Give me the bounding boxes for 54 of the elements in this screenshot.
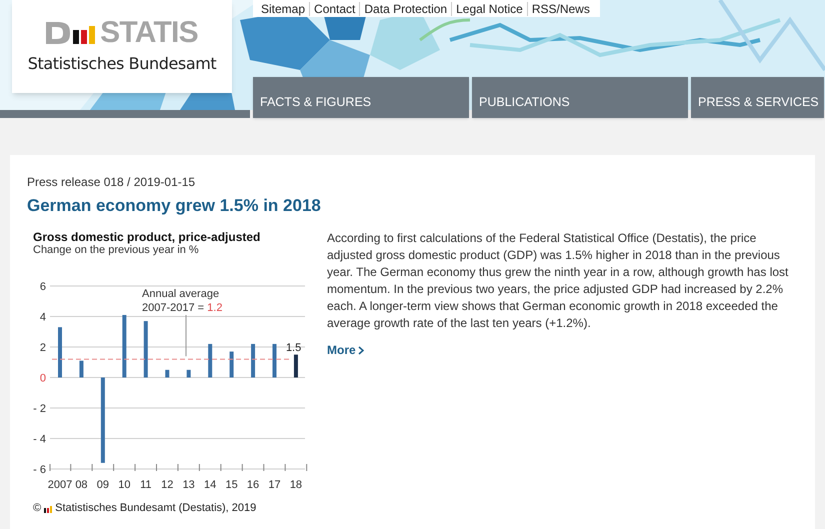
y-tick-label: - 4 bbox=[33, 434, 46, 446]
figure-title: Gross domestic product, price-adjusted bbox=[32, 230, 262, 244]
x-tick-label: 09 bbox=[96, 479, 110, 492]
bar bbox=[272, 344, 276, 378]
x-tick-label: 18 bbox=[290, 479, 302, 492]
bar bbox=[144, 321, 148, 378]
bar bbox=[79, 360, 84, 378]
top-link[interactable]: Data Protection bbox=[364, 2, 448, 14]
bar bbox=[294, 354, 298, 378]
logo-card[interactable]: STATIS Statistisches Bundesamt bbox=[12, 0, 232, 93]
x-tick-label: 11 bbox=[140, 479, 152, 492]
nav-tab[interactable]: PRESS & SERVICES bbox=[691, 77, 824, 118]
x-tick-label: 12 bbox=[161, 479, 174, 492]
y-tick-label: 2 bbox=[40, 342, 46, 354]
y-tick-label: - 2 bbox=[33, 403, 46, 416]
y-tick-label: - 6 bbox=[33, 464, 46, 476]
bar bbox=[251, 344, 256, 378]
y-tick-label: 0 bbox=[40, 372, 46, 385]
bar bbox=[186, 370, 191, 378]
nav-tab[interactable]: PUBLICATIONS bbox=[472, 77, 688, 118]
x-tick-label: 08 bbox=[75, 479, 88, 492]
article-body: According to first calculations of the Federal Statistical Office (Destatis), the price adjusted gross domestic product (GDP) was 1.5% higher in 2018 than in the previous year. The German economy thus grew the ninth year in a row, although growth has lost momentum. In the previous two years, the price adjusted GDP had increased by 2.2% each. A longer-term view shows that German economic growth in 2018 exceeded the average growth rate of the last ten years (+1.2%). bbox=[327, 230, 790, 332]
y-tick-label: 4 bbox=[40, 312, 46, 324]
x-tick-label: 16 bbox=[246, 479, 260, 492]
bar bbox=[208, 344, 212, 378]
x-tick-label: 2007 bbox=[48, 479, 72, 492]
bar bbox=[165, 370, 170, 378]
nav-tab[interactable]: FACTS & FIGURES bbox=[253, 77, 469, 118]
press-release-meta: Press release 018 / 2019-01-15 bbox=[27, 174, 196, 191]
top-link[interactable]: Contact bbox=[314, 2, 356, 14]
bar bbox=[230, 352, 234, 378]
top-link[interactable]: RSS/News bbox=[532, 2, 590, 14]
x-tick-label: 17 bbox=[268, 479, 281, 492]
bar-logo-icon bbox=[44, 504, 52, 512]
article-title: German economy grew 1.5% in 2018 bbox=[27, 195, 322, 216]
top-link[interactable]: Sitemap bbox=[261, 2, 306, 14]
average-label: 2007-2017 = 1.2 bbox=[142, 302, 222, 314]
average-label: Annual average bbox=[142, 288, 220, 300]
figure-subtitle: Change on the previous year in % bbox=[32, 244, 200, 258]
figure-credit: Statistisches Bundesamt (Destatis), 2019 bbox=[55, 501, 256, 516]
logo-subtitle: Statistisches Bundesamt bbox=[28, 52, 216, 74]
data-label: 1.5 bbox=[286, 342, 302, 354]
x-tick-label: 10 bbox=[118, 479, 130, 492]
x-tick-label: 14 bbox=[204, 479, 216, 492]
copyright-symbol: © bbox=[33, 501, 42, 516]
x-tick-label: 15 bbox=[225, 479, 238, 492]
bar bbox=[58, 327, 62, 378]
chevron-right-icon bbox=[358, 346, 364, 355]
y-tick-label: 6 bbox=[40, 281, 46, 294]
x-tick-label: 13 bbox=[182, 479, 195, 492]
bar bbox=[122, 315, 126, 378]
more-link[interactable]: More bbox=[327, 341, 364, 360]
top-link[interactable]: Legal Notice bbox=[456, 2, 523, 14]
logo-wordmark: STATIS bbox=[100, 18, 198, 48]
